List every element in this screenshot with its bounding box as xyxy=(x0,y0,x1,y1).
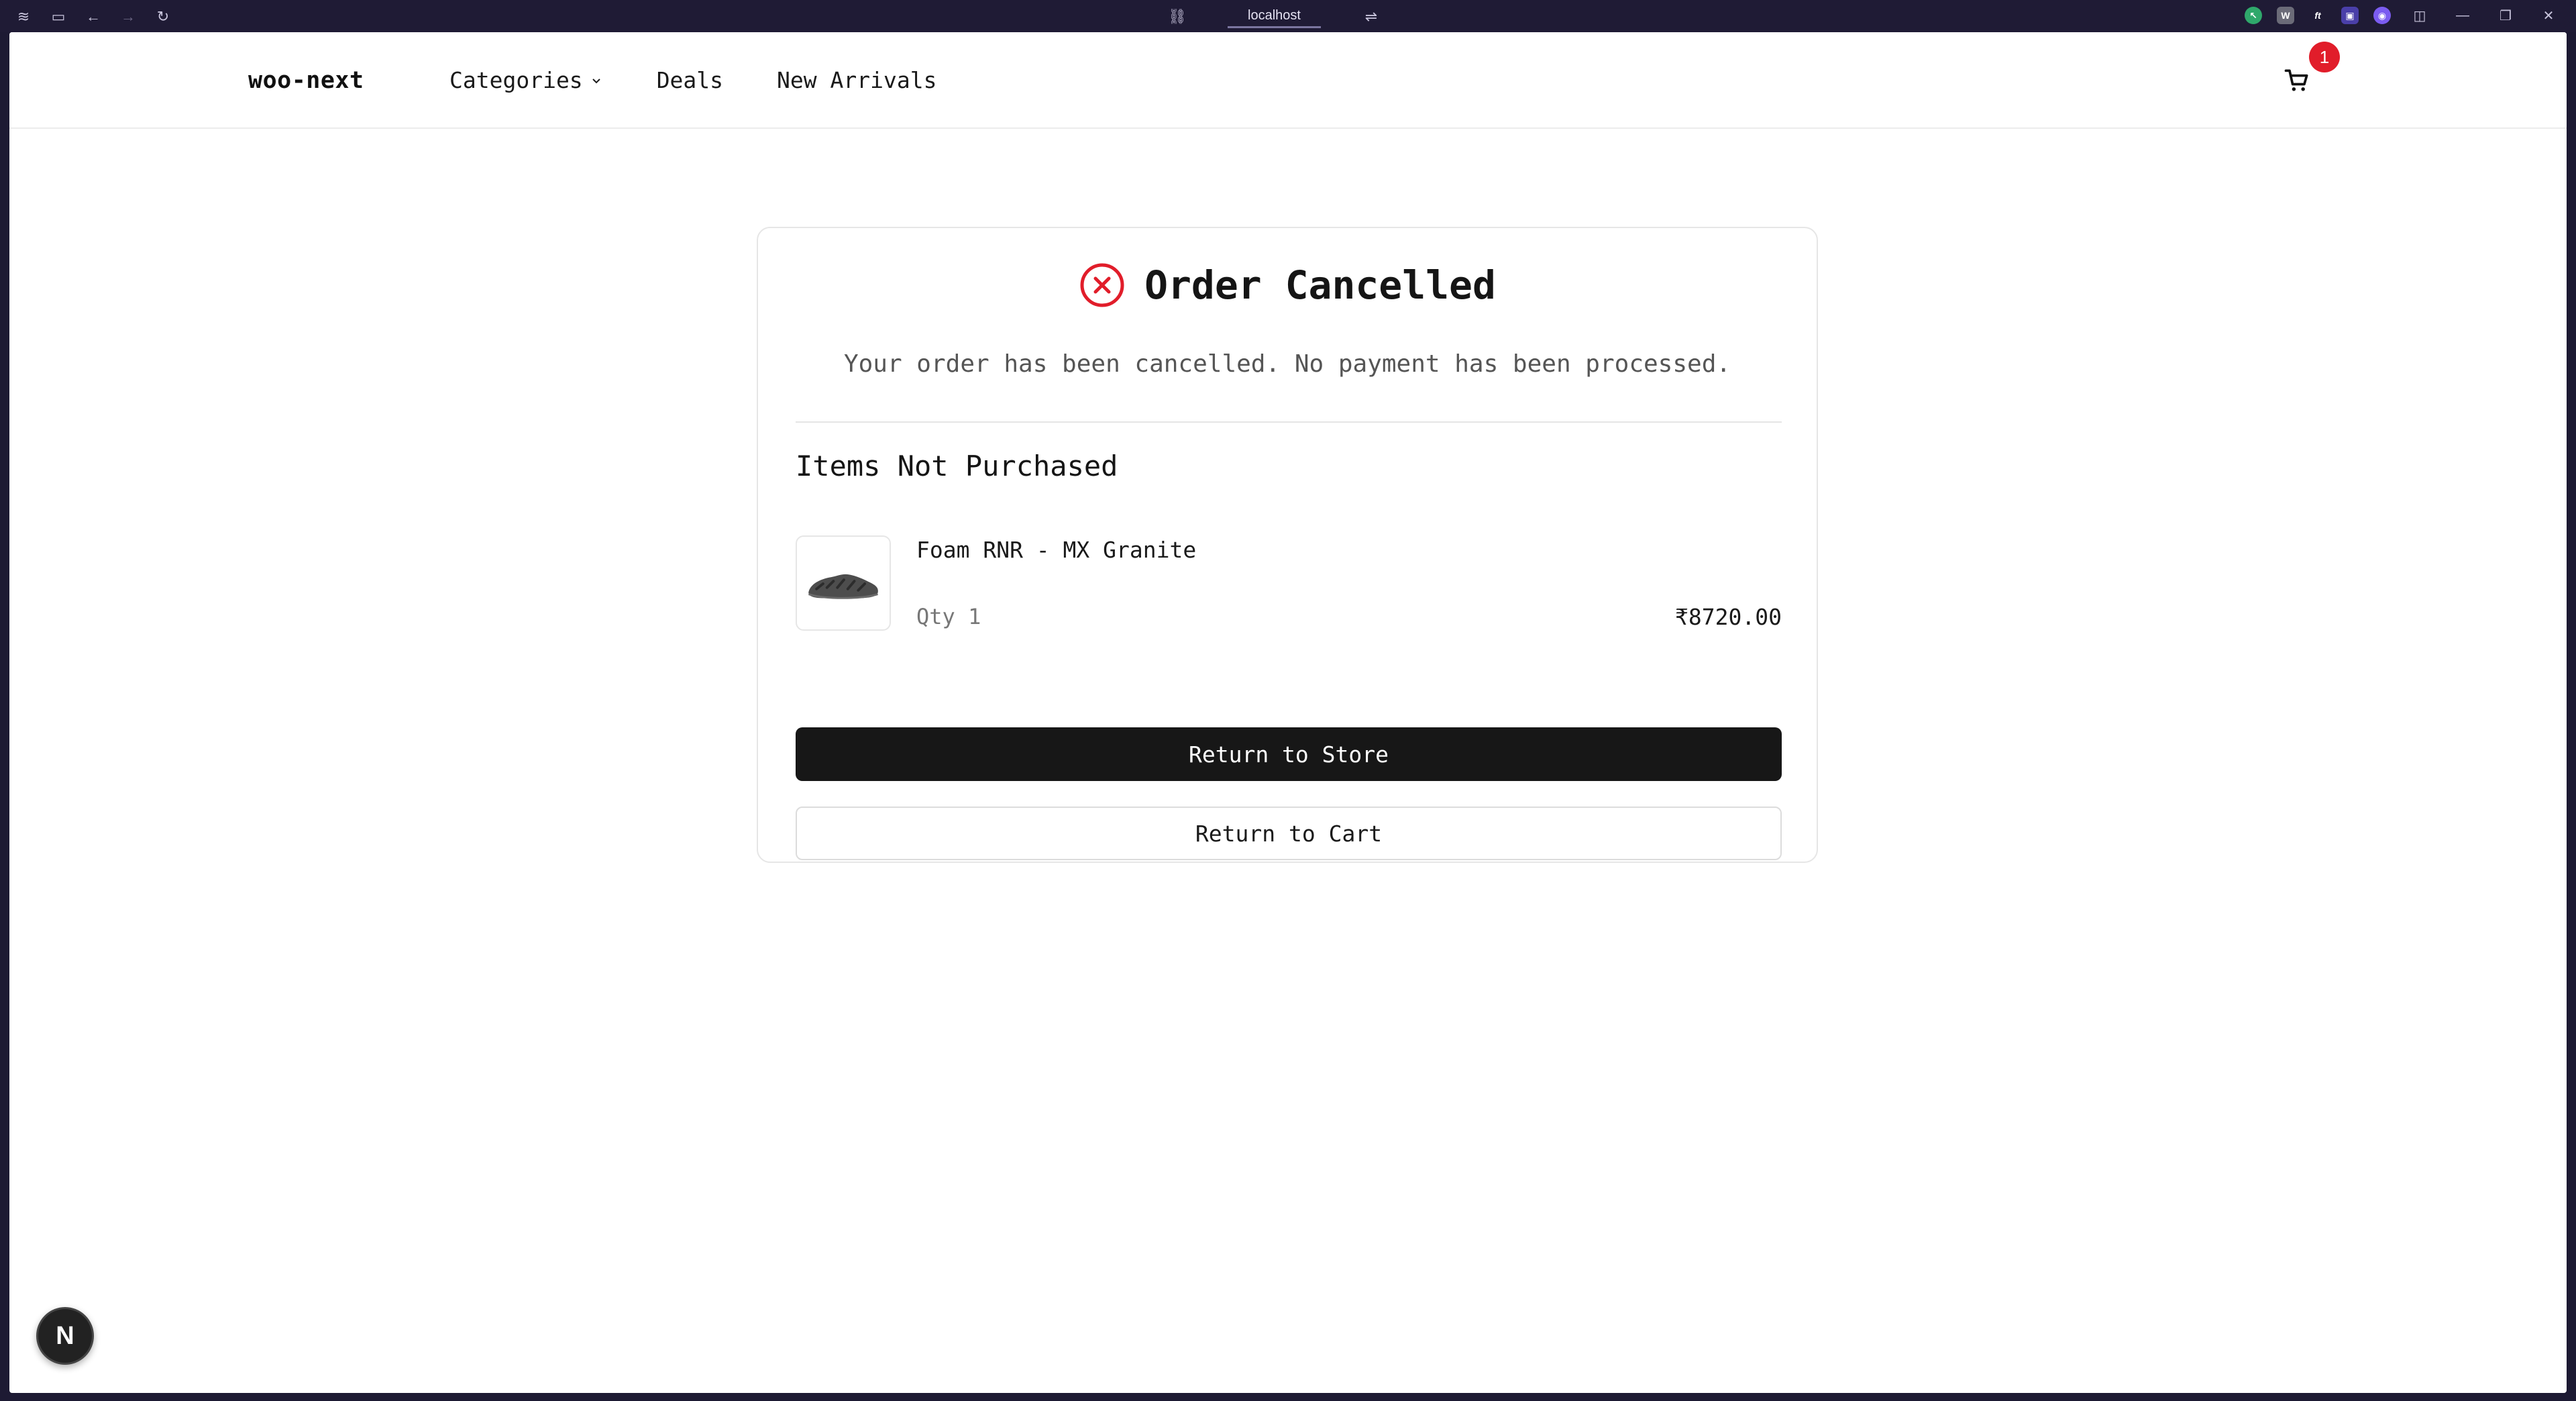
nextjs-dev-badge[interactable]: N xyxy=(36,1307,94,1365)
product-qty: Qty 1 xyxy=(916,604,981,629)
forward-arrow-icon[interactable]: → xyxy=(118,7,138,27)
back-arrow-icon[interactable]: ← xyxy=(83,7,103,27)
order-cancelled-card: Order Cancelled Your order has been canc… xyxy=(757,227,1818,863)
nav-item-label: New Arrivals xyxy=(777,67,937,93)
site-logo[interactable]: woo-next xyxy=(248,67,364,94)
extension-circle-icon[interactable]: ◉ xyxy=(2373,7,2391,24)
restore-icon[interactable]: ❐ xyxy=(2491,5,2520,25)
browser-chrome: ≋ ▭ ← → ↻ ⛓ localhost ⇌ ↖ W ft ▣ ◉ ◫ — ❐… xyxy=(0,0,2576,32)
product-price: ₹8720.00 xyxy=(1675,604,1782,630)
cart-count-badge: 1 xyxy=(2309,42,2340,72)
shoe-image xyxy=(808,574,878,599)
reload-icon[interactable]: ↻ xyxy=(153,7,173,27)
browser-toolbar-right: ↖ W ft ▣ ◉ ◫ — ❐ ✕ xyxy=(2245,5,2563,25)
extension-w-icon[interactable]: W xyxy=(2277,7,2294,24)
title-row: Order Cancelled xyxy=(758,262,1817,309)
product-thumbnail[interactable] xyxy=(796,535,891,631)
return-to-cart-button[interactable]: Return to Cart xyxy=(796,807,1782,860)
url-text[interactable]: localhost xyxy=(1228,5,1321,28)
main-nav: Categories Deals New Arrivals xyxy=(449,67,936,93)
browser-toolbar-left: ≋ ▭ ← → ↻ xyxy=(13,7,173,27)
product-name[interactable]: Foam RNR - MX Granite xyxy=(916,537,1196,563)
chevron-down-icon xyxy=(592,78,600,83)
sidebar-toggle-icon[interactable]: ▭ xyxy=(48,7,68,27)
list-item: Foam RNR - MX Granite Qty 1 ₹8720.00 xyxy=(796,535,1782,632)
nav-item-deals[interactable]: Deals xyxy=(657,67,723,93)
cancel-message: Your order has been cancelled. No paymen… xyxy=(843,350,1731,378)
page-viewport: woo-next Categories Deals New Arrivals 1 xyxy=(9,32,2567,1393)
cancel-x-circle-icon xyxy=(1080,263,1124,307)
divider xyxy=(796,421,1782,423)
close-window-icon[interactable]: ✕ xyxy=(2534,5,2563,25)
nav-item-label: Categories xyxy=(449,67,583,93)
extension-ft-icon[interactable]: ft xyxy=(2309,7,2326,24)
browser-menu-icon[interactable]: ≋ xyxy=(13,7,34,27)
address-bar: ⛓ localhost ⇌ xyxy=(1167,4,1381,30)
cart-icon[interactable] xyxy=(2282,66,2312,95)
nav-item-label: Deals xyxy=(656,67,724,93)
split-view-icon[interactable]: ◫ xyxy=(2406,5,2434,25)
extension-square-icon[interactable]: ▣ xyxy=(2341,7,2359,24)
page-title: Order Cancelled xyxy=(1144,262,1496,308)
return-to-store-button[interactable]: Return to Store xyxy=(796,727,1782,781)
nav-item-new-arrivals[interactable]: New Arrivals xyxy=(777,67,936,93)
section-title: Items Not Purchased xyxy=(796,450,1118,482)
site-header: woo-next Categories Deals New Arrivals 1 xyxy=(9,32,2567,129)
link-icon[interactable]: ⛓ xyxy=(1167,7,1187,27)
nav-item-categories[interactable]: Categories xyxy=(449,67,603,93)
site-settings-icon[interactable]: ⇌ xyxy=(1361,7,1381,27)
extension-cursor-icon[interactable]: ↖ xyxy=(2245,7,2262,24)
minimize-icon[interactable]: — xyxy=(2449,5,2477,25)
